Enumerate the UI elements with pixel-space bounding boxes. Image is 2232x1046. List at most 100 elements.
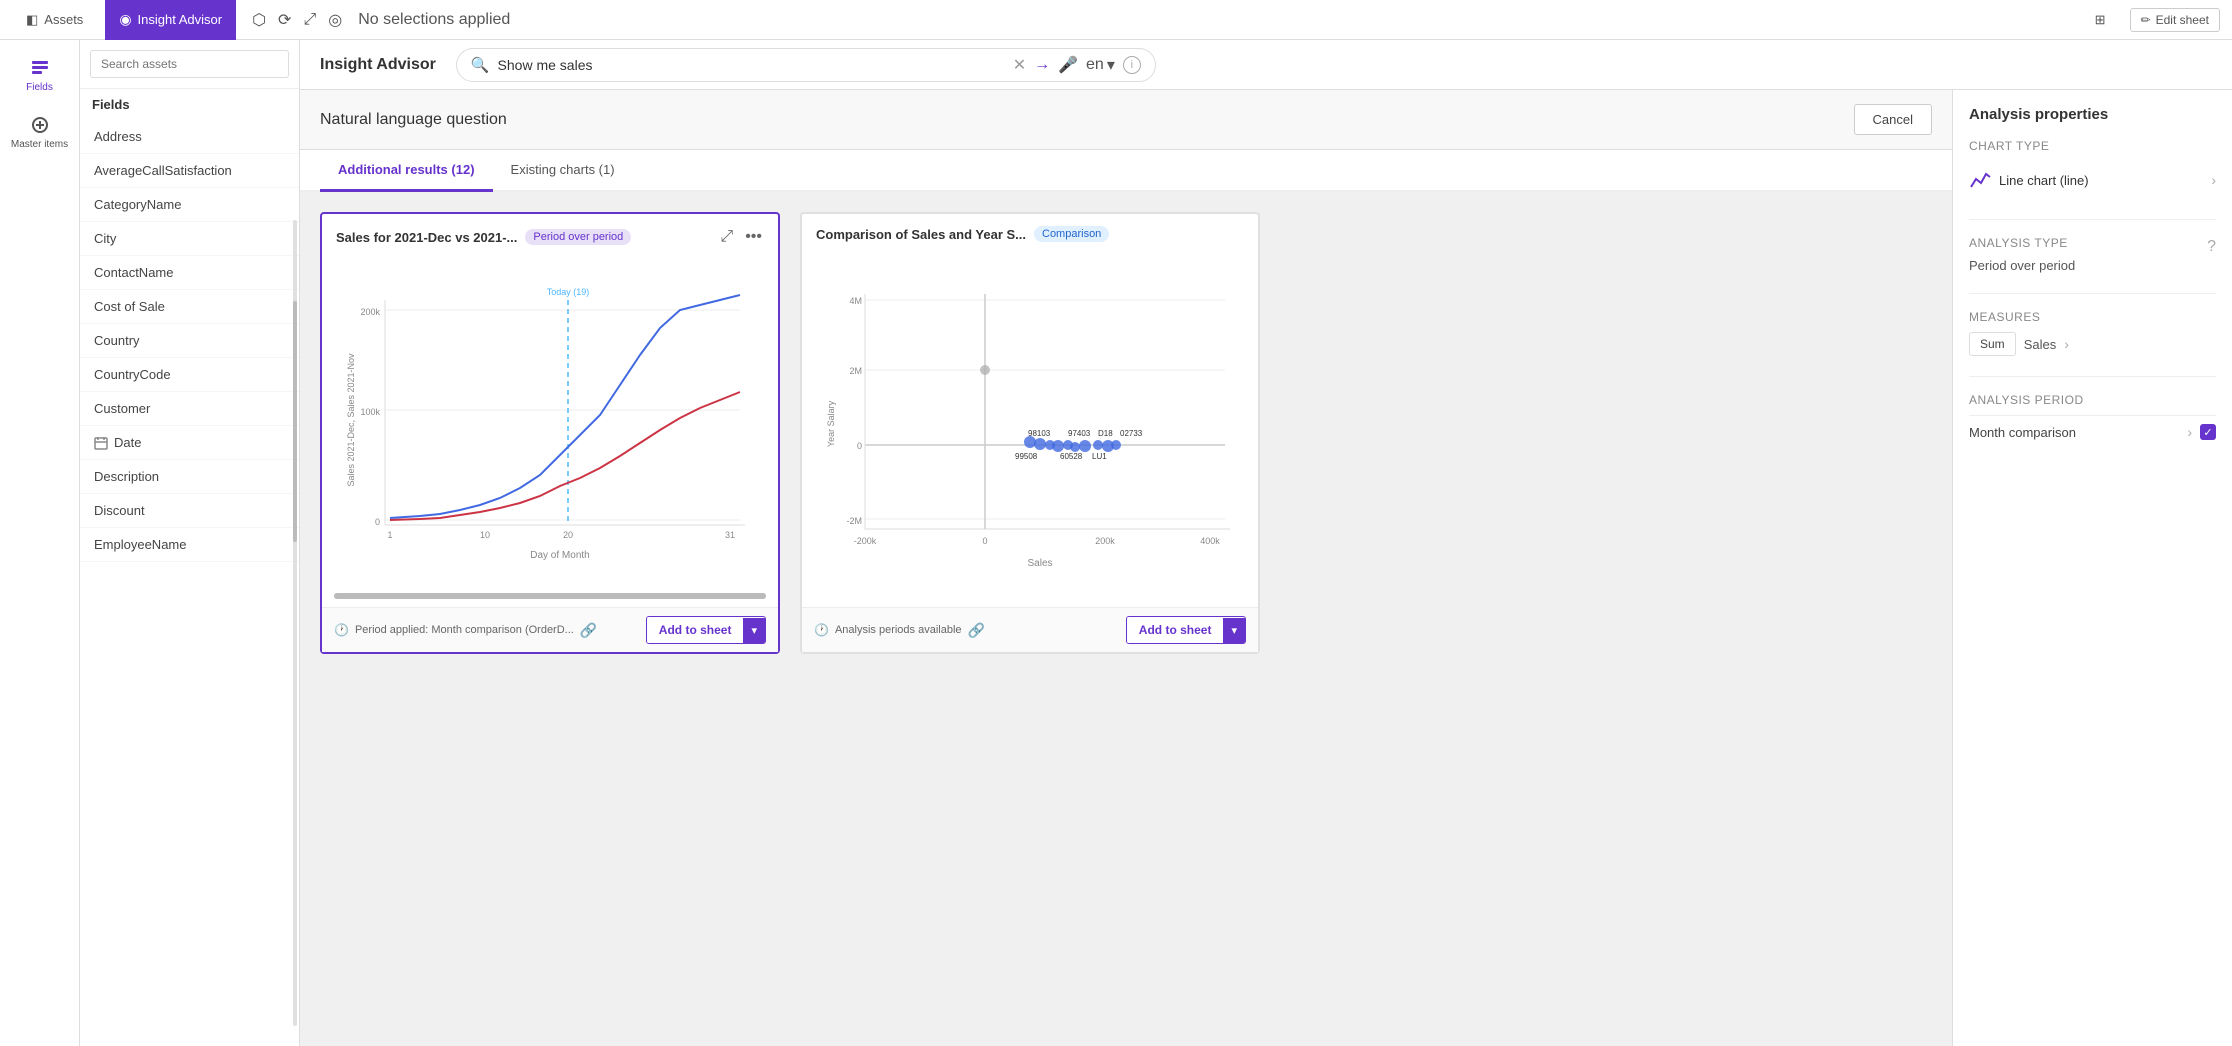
field-item[interactable]: EmployeeName — [80, 528, 299, 562]
chart-1-title-area: Sales for 2021-Dec vs 2021-... Period ov… — [336, 229, 631, 245]
arrow-icon[interactable]: → — [1034, 56, 1050, 74]
insight-advisor-tab[interactable]: ◉ Insight Advisor — [105, 0, 236, 40]
svg-text:99508: 99508 — [1015, 452, 1038, 461]
expand-chart-1-button[interactable]: ⤢ — [718, 226, 735, 248]
top-bar-right: ⊞ ✏ Edit sheet — [2081, 0, 2220, 40]
analysis-type-help[interactable]: ? — [2207, 238, 2216, 256]
field-item[interactable]: AverageCallSatisfaction — [80, 154, 299, 188]
field-item[interactable]: CountryCode — [80, 358, 299, 392]
link-icon-1[interactable]: 🔗 — [580, 622, 597, 639]
field-item[interactable]: Cost of Sale — [80, 290, 299, 324]
chart-2-footer: 🕐 Analysis periods available 🔗 Add to sh… — [802, 607, 1258, 652]
period-chevron[interactable]: › — [2187, 424, 2192, 440]
expand-icon[interactable]: ⤢ — [303, 11, 316, 29]
line-chart-svg: Sales 2021-Dec, Sales 2021-Nov 200k 100k… — [332, 260, 768, 580]
chart-2-period-text: Analysis periods available — [835, 624, 962, 636]
analysis-panel: Natural language question Cancel Additio… — [300, 90, 1952, 1046]
field-item[interactable]: City — [80, 222, 299, 256]
pencil-icon: ✏ — [2141, 13, 2151, 27]
sidebar-item-master-items[interactable]: Master items — [5, 107, 75, 158]
svg-text:D18: D18 — [1098, 429, 1113, 438]
period-label: Analysis period — [1969, 393, 2216, 407]
chart-1-svg-area: Sales 2021-Dec, Sales 2021-Nov 200k 100k… — [322, 260, 778, 593]
close-icon[interactable]: ✕ — [1013, 55, 1026, 75]
chart-1-badge: Period over period — [525, 229, 631, 245]
tab-1[interactable]: Existing charts (1) — [493, 150, 633, 192]
assets-tab[interactable]: ◧ Assets — [12, 0, 97, 40]
svg-text:0: 0 — [982, 536, 987, 546]
add-sheet-arrow-2[interactable]: ▾ — [1223, 618, 1245, 643]
svg-text:200k: 200k — [1095, 536, 1115, 546]
measure-aggregation[interactable]: Sum — [1969, 332, 2016, 356]
add-to-sheet-1-button[interactable]: Add to sheet ▾ — [646, 616, 766, 644]
assets-icon: ◧ — [26, 12, 38, 28]
svg-text:0: 0 — [375, 517, 380, 527]
more-options-chart-1-button[interactable]: ••• — [743, 226, 764, 248]
chart-1-scrollbar[interactable] — [334, 593, 766, 599]
field-item[interactable]: Date — [80, 426, 299, 460]
svg-text:4M: 4M — [849, 296, 862, 306]
add-sheet-main-1[interactable]: Add to sheet — [647, 617, 744, 643]
language-selector[interactable]: en ▾ — [1086, 55, 1115, 75]
chart-type-section: Chart type Line chart (line) › — [1969, 139, 2216, 199]
svg-text:02733: 02733 — [1120, 429, 1143, 438]
rotate-icon[interactable]: ⟳ — [278, 10, 291, 30]
chart-type-left: Line chart (line) — [1969, 169, 2089, 191]
chart-1-title: Sales for 2021-Dec vs 2021-... — [336, 230, 517, 245]
selection-icon[interactable]: ◎ — [328, 10, 342, 30]
lang-label: en — [1086, 56, 1104, 74]
master-items-label: Master items — [11, 139, 68, 150]
left-sidebar: Fields Master items — [0, 40, 80, 1046]
measure-chevron[interactable]: › — [2064, 336, 2069, 352]
no-selections-label: No selections applied — [358, 11, 510, 29]
field-item[interactable]: Discount — [80, 494, 299, 528]
chart-2-svg-area: Year Salary 4M 2M 0 -2M — [802, 254, 1258, 607]
field-item[interactable]: Customer — [80, 392, 299, 426]
add-sheet-main-2[interactable]: Add to sheet — [1127, 617, 1224, 643]
field-item[interactable]: CategoryName — [80, 188, 299, 222]
chart-card-2: Comparison of Sales and Year S... Compar… — [800, 212, 1260, 654]
field-item[interactable]: Address — [80, 120, 299, 154]
chart-type-chevron[interactable]: › — [2211, 172, 2216, 188]
add-sheet-arrow-1[interactable]: ▾ — [743, 618, 765, 643]
svg-text:-2M: -2M — [847, 516, 863, 526]
chart-card-1-header: Sales for 2021-Dec vs 2021-... Period ov… — [322, 214, 778, 260]
tabs-bar: Additional results (12)Existing charts (… — [300, 150, 1952, 192]
info-icon[interactable]: i — [1123, 56, 1141, 74]
svg-text:Sales 2021-Dec, Sales 2021-Nov: Sales 2021-Dec, Sales 2021-Nov — [346, 353, 356, 487]
lasso-icon[interactable]: ⬡ — [252, 10, 266, 30]
charts-area: Sales for 2021-Dec vs 2021-... Period ov… — [300, 192, 1952, 1046]
svg-text:200k: 200k — [360, 307, 380, 317]
period-value: Month comparison — [1969, 425, 2076, 440]
properties-panel: Analysis properties Chart type Line char… — [1952, 90, 2232, 1046]
field-item[interactable]: ContactName — [80, 256, 299, 290]
field-item[interactable]: Description — [80, 460, 299, 494]
fields-section-label: Fields — [80, 89, 299, 120]
cancel-button[interactable]: Cancel — [1854, 104, 1932, 135]
insight-icon: ◉ — [119, 11, 131, 28]
measures-list: Sum Sales › — [1969, 332, 2216, 356]
chart-card-1: Sales for 2021-Dec vs 2021-... Period ov… — [320, 212, 780, 654]
svg-text:Year Salary: Year Salary — [826, 400, 836, 447]
tab-0[interactable]: Additional results (12) — [320, 150, 493, 192]
master-items-icon — [30, 115, 50, 135]
grid-view-icon[interactable]: ⊞ — [2081, 0, 2120, 40]
field-item[interactable]: Country — [80, 324, 299, 358]
svg-text:0: 0 — [857, 441, 862, 451]
analysis-period-section: Analysis period Month comparison › — [1969, 393, 2216, 448]
svg-text:LU1: LU1 — [1092, 452, 1107, 461]
measures-label: Measures — [1969, 310, 2216, 324]
sidebar-item-fields[interactable]: Fields — [5, 50, 75, 101]
fields-scrollbar[interactable] — [293, 220, 297, 1026]
top-bar: ◧ Assets ◉ Insight Advisor ⬡ ⟳ ⤢ ◎ No se… — [0, 0, 2232, 40]
edit-sheet-button[interactable]: ✏ Edit sheet — [2130, 8, 2220, 32]
svg-text:31: 31 — [725, 530, 735, 540]
add-to-sheet-2-button[interactable]: Add to sheet ▾ — [1126, 616, 1246, 644]
toolbar-icons: ⬡ ⟳ ⤢ ◎ No selections applied — [252, 10, 510, 30]
mic-icon[interactable]: 🎤 — [1058, 55, 1078, 75]
period-checkbox[interactable] — [2200, 424, 2216, 440]
search-input[interactable] — [90, 50, 289, 78]
search-input-main[interactable] — [498, 57, 1005, 73]
chart-2-badge: Comparison — [1034, 226, 1109, 242]
link-icon-2[interactable]: 🔗 — [968, 622, 985, 639]
